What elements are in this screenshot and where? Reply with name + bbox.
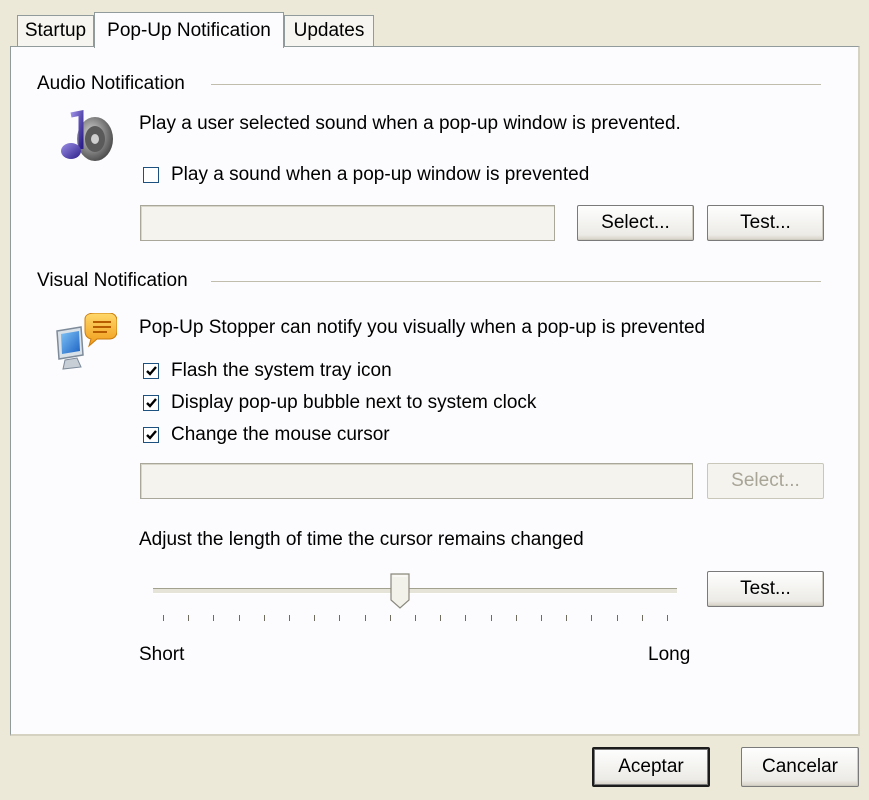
- slider-tick: [465, 615, 467, 621]
- slider-tick: [515, 615, 517, 621]
- play-sound-checkbox[interactable]: [143, 167, 159, 183]
- cursor-duration-slider[interactable]: [147, 573, 683, 623]
- tab-startup-label: Startup: [24, 20, 87, 41]
- slider-track: [153, 588, 677, 594]
- slider-tick: [541, 615, 542, 621]
- slider-min-label: Short: [139, 644, 185, 665]
- slider-tick: [616, 615, 618, 621]
- slider-tick: [339, 615, 341, 621]
- slider-tick: [389, 615, 391, 621]
- tab-updates[interactable]: Updates: [284, 15, 374, 46]
- checkmark-icon: [145, 365, 157, 376]
- cancel-button[interactable]: Cancelar: [741, 747, 859, 787]
- slider-ticks: [147, 615, 683, 623]
- sound-file-field[interactable]: [140, 205, 555, 241]
- slider-tick: [591, 615, 593, 621]
- sound-test-button[interactable]: Test...: [707, 205, 824, 241]
- flash-tray-icon-checkbox[interactable]: [143, 363, 159, 379]
- slider-max-label: Long: [648, 644, 691, 665]
- cursor-select-button[interactable]: Select...: [707, 463, 824, 499]
- slider-tick: [490, 615, 492, 621]
- checkmark-icon: [145, 397, 157, 408]
- play-sound-checkbox-label[interactable]: Play a sound when a pop-up window is pre…: [171, 164, 589, 186]
- checkmark-icon: [145, 429, 157, 440]
- tab-popup-notification-label: Pop-Up Notification: [107, 19, 271, 41]
- slider-tick: [314, 615, 316, 621]
- slider-tick: [440, 615, 442, 621]
- sound-select-button[interactable]: Select...: [577, 205, 694, 241]
- audio-group-divider: [211, 84, 821, 85]
- visual-group-label: Visual Notification: [37, 270, 198, 292]
- audio-group-label: Audio Notification: [37, 73, 195, 95]
- flash-tray-icon-label[interactable]: Flash the system tray icon: [171, 360, 392, 382]
- slider-tick: [188, 615, 190, 621]
- speaker-music-icon: [51, 109, 117, 169]
- popup-bubble-checkbox[interactable]: [143, 395, 159, 411]
- tab-startup[interactable]: Startup: [17, 15, 94, 46]
- change-cursor-checkbox[interactable]: [143, 427, 159, 443]
- visual-description: Pop-Up Stopper can notify you visually w…: [139, 317, 706, 338]
- popup-bubble-label[interactable]: Display pop-up bubble next to system clo…: [171, 392, 536, 414]
- audio-description: Play a user selected sound when a pop-up…: [139, 113, 681, 134]
- slider-caption: Adjust the length of time the cursor rem…: [139, 529, 584, 550]
- ok-button[interactable]: Aceptar: [592, 747, 710, 787]
- tab-popup-notification[interactable]: Pop-Up Notification: [94, 12, 284, 48]
- change-cursor-label[interactable]: Change the mouse cursor: [171, 424, 390, 446]
- slider-tick: [667, 615, 668, 621]
- slider-tick: [213, 615, 215, 621]
- visual-group-divider: [211, 281, 821, 282]
- slider-tick: [364, 615, 366, 621]
- slider-tick: [238, 615, 240, 621]
- cursor-test-button[interactable]: Test...: [707, 571, 824, 607]
- slider-thumb[interactable]: [390, 573, 410, 609]
- cursor-file-field[interactable]: [140, 463, 693, 499]
- monitor-speech-bubble-icon: [51, 312, 118, 375]
- slider-tick: [641, 615, 643, 621]
- slider-tick: [415, 615, 416, 621]
- slider-tick: [289, 615, 290, 621]
- slider-tick: [163, 615, 164, 621]
- tab-panel: Audio Notification Play a user selected …: [10, 46, 860, 736]
- slider-tick: [566, 615, 568, 621]
- tab-updates-label: Updates: [293, 20, 365, 41]
- slider-tick: [263, 615, 265, 621]
